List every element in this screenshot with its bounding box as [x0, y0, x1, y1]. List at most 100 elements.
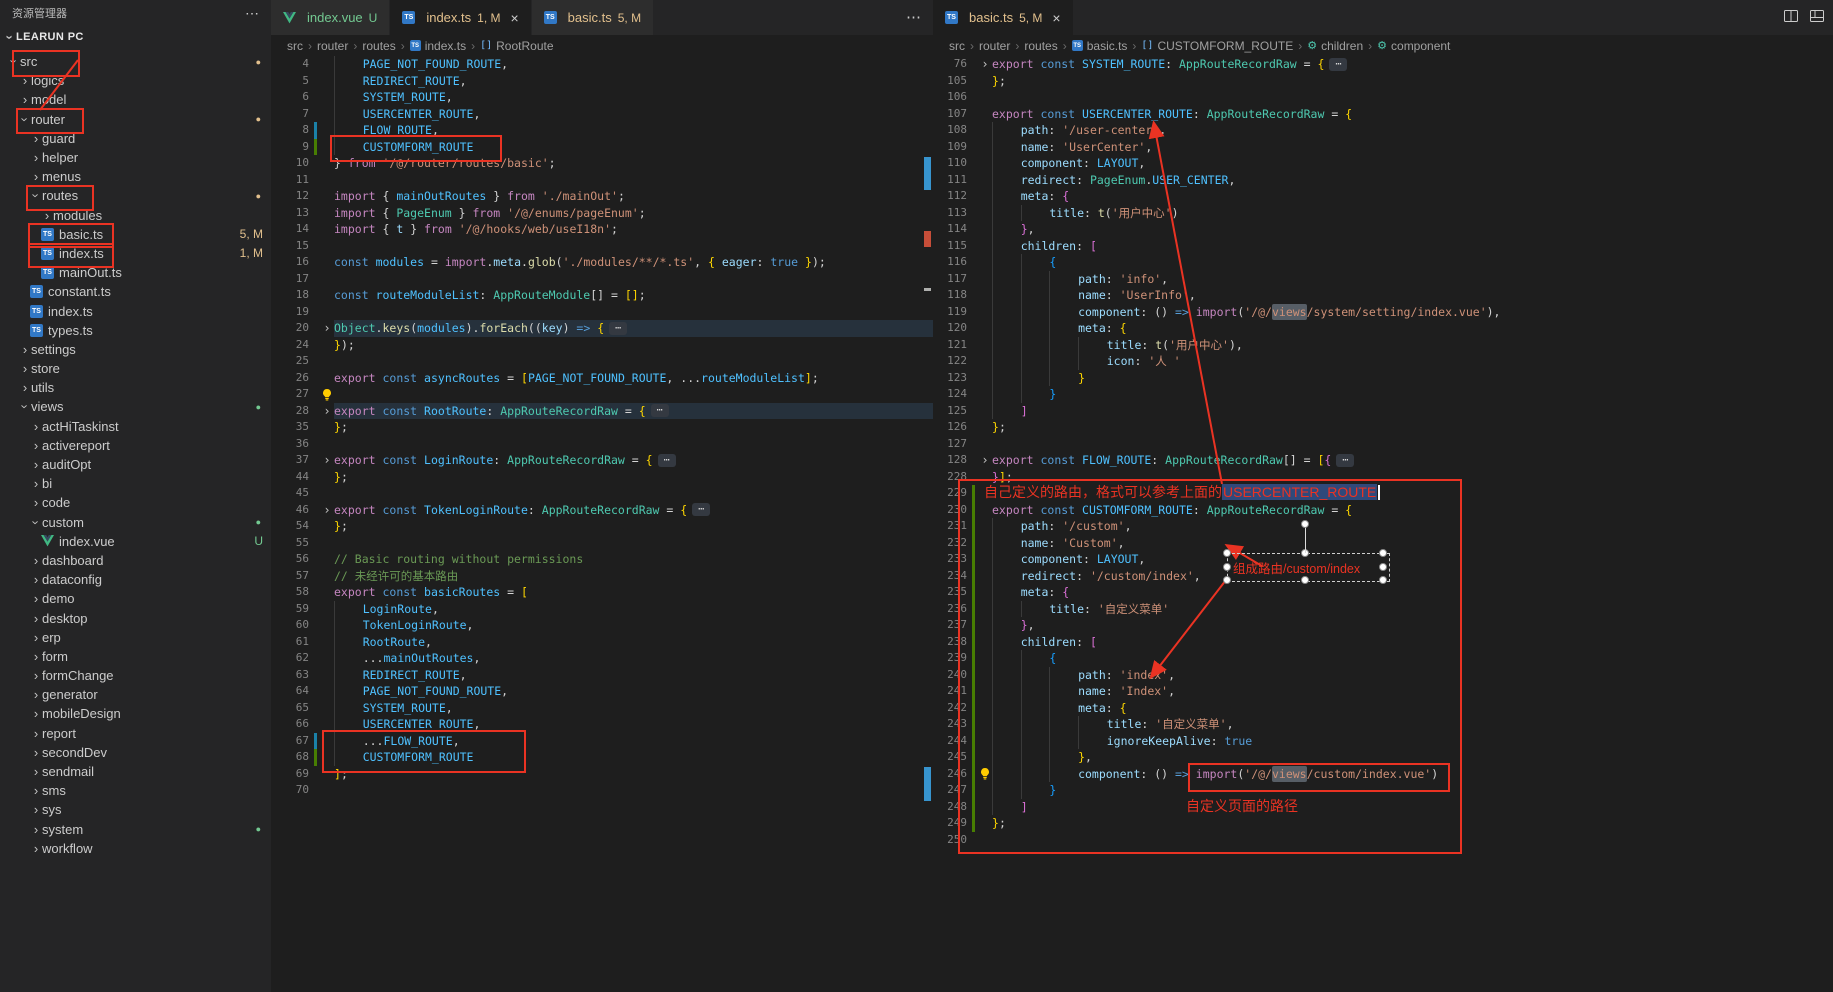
- tree-item-custom[interactable]: ›custom●: [0, 513, 271, 532]
- code-line-247[interactable]: 247}: [933, 782, 1833, 799]
- line-number[interactable]: 25: [271, 353, 309, 370]
- tree-item-workflow[interactable]: ›workflow: [0, 839, 271, 858]
- line-number[interactable]: 240: [933, 667, 967, 684]
- tab-index-vue[interactable]: index.vueU: [271, 0, 390, 35]
- code-line-12[interactable]: 12import { mainOutRoutes } from './mainO…: [271, 188, 933, 205]
- code-line-248[interactable]: 248]: [933, 799, 1833, 816]
- tree-item-erp[interactable]: ›erp: [0, 628, 271, 647]
- chevron-right-icon[interactable]: ›: [30, 169, 42, 184]
- code-line-119[interactable]: 119component: () => import('/@/views/sys…: [933, 304, 1833, 321]
- line-number[interactable]: 10: [271, 155, 309, 172]
- line-number[interactable]: 111: [933, 172, 967, 189]
- line-number[interactable]: 26: [271, 370, 309, 387]
- line-number[interactable]: 7: [271, 106, 309, 123]
- code-line-46[interactable]: 46›export const TokenLoginRoute: AppRout…: [271, 502, 933, 519]
- line-number[interactable]: 117: [933, 271, 967, 288]
- code-line-125[interactable]: 125]: [933, 403, 1833, 420]
- code-line-15[interactable]: 15: [271, 238, 933, 255]
- chevron-right-icon[interactable]: ›: [30, 611, 42, 626]
- line-number[interactable]: 19: [271, 304, 309, 321]
- code-line-24[interactable]: 24});: [271, 337, 933, 354]
- code-line-58[interactable]: 58export const basicRoutes = [: [271, 584, 933, 601]
- line-number[interactable]: 44: [271, 469, 309, 486]
- line-number[interactable]: 114: [933, 221, 967, 238]
- tree-item-index-ts[interactable]: TSindex.ts1, M: [0, 244, 271, 263]
- chevron-right-icon[interactable]: ›: [30, 553, 42, 568]
- chevron-down-icon[interactable]: ›: [29, 190, 44, 202]
- project-section-header[interactable]: › LEARUN PC: [0, 26, 271, 48]
- chevron-right-icon[interactable]: ›: [30, 457, 42, 472]
- tree-item-code[interactable]: ›code: [0, 493, 271, 512]
- code-line-20[interactable]: 20›Object.keys(modules).forEach((key) =>…: [271, 320, 933, 337]
- tree-item-guard[interactable]: ›guard: [0, 129, 271, 148]
- tree-item-seconddev[interactable]: ›secondDev: [0, 743, 271, 762]
- line-number[interactable]: 128: [933, 452, 967, 469]
- line-number[interactable]: 108: [933, 122, 967, 139]
- code-line-245[interactable]: 245},: [933, 749, 1833, 766]
- line-number[interactable]: 62: [271, 650, 309, 667]
- line-number[interactable]: 18: [271, 287, 309, 304]
- line-number[interactable]: 17: [271, 271, 309, 288]
- code-line-246[interactable]: 246component: () => import('/@/views/cus…: [933, 766, 1833, 783]
- line-number[interactable]: 24: [271, 337, 309, 354]
- editor-actions-icon[interactable]: ⋯: [906, 8, 921, 26]
- code-line-112[interactable]: 112meta: {: [933, 188, 1833, 205]
- line-number[interactable]: 16: [271, 254, 309, 271]
- code-line-44[interactable]: 44};: [271, 469, 933, 486]
- line-number[interactable]: 58: [271, 584, 309, 601]
- breadcrumb-item-routes[interactable]: routes: [362, 39, 395, 53]
- code-line-26[interactable]: 26export const asyncRoutes = [PAGE_NOT_F…: [271, 370, 933, 387]
- chevron-right-icon[interactable]: ›: [30, 783, 42, 798]
- tree-item-settings[interactable]: ›settings: [0, 340, 271, 359]
- line-number[interactable]: 230: [933, 502, 967, 519]
- code-line-117[interactable]: 117path: 'info',: [933, 271, 1833, 288]
- code-line-127[interactable]: 127: [933, 436, 1833, 453]
- chevron-right-icon[interactable]: ›: [30, 706, 42, 721]
- code-line-17[interactable]: 17: [271, 271, 933, 288]
- code-line-8[interactable]: 8FLOW_ROUTE,: [271, 122, 933, 139]
- code-line-56[interactable]: 56// Basic routing without permissions: [271, 551, 933, 568]
- chevron-right-icon[interactable]: ›: [19, 73, 31, 88]
- tree-item-router[interactable]: ›router●: [0, 110, 271, 129]
- line-number[interactable]: 6: [271, 89, 309, 106]
- line-number[interactable]: 119: [933, 304, 967, 321]
- tree-item-index-ts[interactable]: TSindex.ts: [0, 301, 271, 320]
- code-line-76[interactable]: 76›export const SYSTEM_ROUTE: AppRouteRe…: [933, 56, 1833, 73]
- code-line-107[interactable]: 107export const USERCENTER_ROUTE: AppRou…: [933, 106, 1833, 123]
- code-line-236[interactable]: 236title: '自定义菜单': [933, 601, 1833, 618]
- code-line-61[interactable]: 61RootRoute,: [271, 634, 933, 651]
- line-number[interactable]: 232: [933, 535, 967, 552]
- line-number[interactable]: 12: [271, 188, 309, 205]
- fold-chevron-icon[interactable]: ›: [320, 502, 334, 519]
- tree-item-mobiledesign[interactable]: ›mobileDesign: [0, 704, 271, 723]
- fold-chevron-icon[interactable]: ›: [320, 320, 334, 337]
- line-number[interactable]: 8: [271, 122, 309, 139]
- tree-item-model[interactable]: ›model: [0, 90, 271, 109]
- line-number[interactable]: 45: [271, 485, 309, 502]
- code-line-111[interactable]: 111redirect: PageEnum.USER_CENTER,: [933, 172, 1833, 189]
- chevron-right-icon[interactable]: ›: [30, 572, 42, 587]
- line-number[interactable]: 231: [933, 518, 967, 535]
- line-number[interactable]: 116: [933, 254, 967, 271]
- code-line-69[interactable]: 69];: [271, 766, 933, 783]
- more-actions-icon[interactable]: ⋯: [245, 5, 259, 22]
- breadcrumb-item-router[interactable]: router: [979, 39, 1010, 53]
- tree-item-routes[interactable]: ›routes●: [0, 186, 271, 205]
- tab-basic-ts[interactable]: TSbasic.ts5, M×: [933, 0, 1074, 35]
- line-number[interactable]: 46: [271, 502, 309, 519]
- line-number[interactable]: 4: [271, 56, 309, 73]
- line-number[interactable]: 37: [271, 452, 309, 469]
- chevron-right-icon[interactable]: ›: [30, 841, 42, 856]
- tree-item-index-vue[interactable]: index.vueU: [0, 532, 271, 551]
- tree-item-activereport[interactable]: ›activereport: [0, 436, 271, 455]
- code-line-122[interactable]: 122icon: '人 ': [933, 353, 1833, 370]
- tree-item-auditopt[interactable]: ›auditOpt: [0, 455, 271, 474]
- line-number[interactable]: 245: [933, 749, 967, 766]
- code-line-116[interactable]: 116{: [933, 254, 1833, 271]
- line-number[interactable]: 5: [271, 73, 309, 90]
- tree-item-src[interactable]: ›src●: [0, 52, 271, 71]
- code-line-14[interactable]: 14import { t } from '/@/hooks/web/useI18…: [271, 221, 933, 238]
- code-line-67[interactable]: 67...FLOW_ROUTE,: [271, 733, 933, 750]
- code-line-113[interactable]: 113title: t('用户中心'): [933, 205, 1833, 222]
- code-line-25[interactable]: 25: [271, 353, 933, 370]
